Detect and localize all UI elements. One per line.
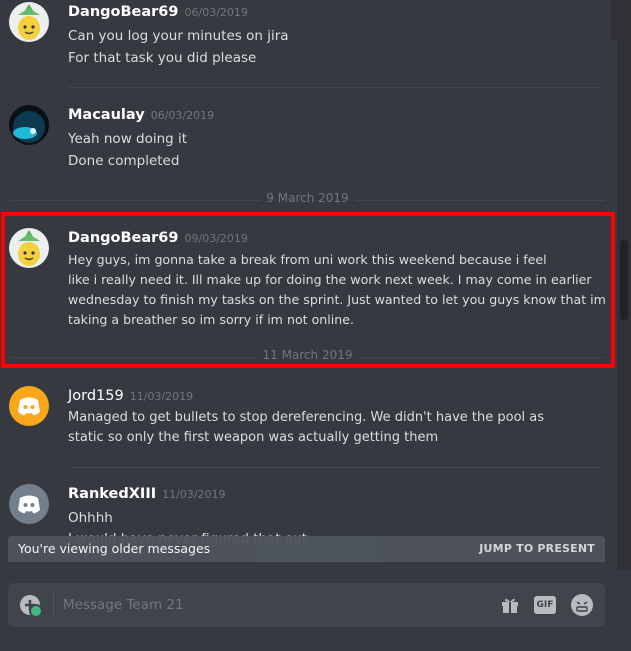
timestamp: 06/03/2019 xyxy=(184,6,248,19)
username-text[interactable]: RankedXIII xyxy=(68,486,156,502)
upload-badge-icon xyxy=(29,604,43,618)
message-line: Done completed xyxy=(68,153,180,169)
date-divider: 9 March 2019 xyxy=(10,191,605,205)
message-separator xyxy=(68,467,600,468)
pineapple-icon xyxy=(18,4,40,40)
message-line: Managed to get bullets to stop dereferen… xyxy=(68,410,545,425)
discord-icon xyxy=(18,397,40,416)
jump-to-present-button[interactable]: JUMP TO PRESENT xyxy=(479,542,595,555)
timestamp: 11/03/2019 xyxy=(129,390,194,403)
username[interactable]: RankedXIII 11/03/2019 xyxy=(68,486,226,502)
timestamp: 11/03/2019 xyxy=(162,488,226,501)
timestamp: 06/03/2019 xyxy=(150,109,215,122)
username[interactable]: Jord159 11/03/2019 xyxy=(68,388,193,404)
avatar[interactable] xyxy=(9,386,49,426)
gift-icon[interactable] xyxy=(501,596,519,614)
message-line: Can you log your minutes on jira xyxy=(68,28,289,44)
date-divider-label: 9 March 2019 xyxy=(260,191,355,205)
discord-icon xyxy=(18,495,40,514)
older-messages-bar: You're viewing older messages JUMP TO PR… xyxy=(8,536,605,562)
username-text[interactable]: DangoBear69 xyxy=(68,4,179,20)
message-line: static so only the first weapon was actu… xyxy=(68,430,439,445)
emoji-icon[interactable] xyxy=(571,594,593,616)
older-messages-text: You're viewing older messages xyxy=(18,541,211,556)
message-input[interactable]: Message Team 21 xyxy=(63,597,184,613)
message-separator xyxy=(68,87,600,88)
message-line: For that task you did please xyxy=(68,50,257,66)
gif-icon[interactable]: GIF xyxy=(534,596,556,614)
message-line: Ohhhh xyxy=(68,510,113,526)
username[interactable]: Macaulay 06/03/2019 xyxy=(68,107,214,123)
message-composer[interactable]: Message Team 21 GIF xyxy=(8,583,605,627)
avatar[interactable] xyxy=(9,105,49,145)
username-text[interactable]: Jord159 xyxy=(68,388,124,404)
username-text[interactable]: Macaulay xyxy=(68,107,145,123)
composer-divider xyxy=(53,591,54,619)
username[interactable]: DangoBear69 06/03/2019 xyxy=(68,4,248,20)
scrollbar[interactable] xyxy=(617,0,631,570)
scrollbar-thumb[interactable] xyxy=(620,240,628,320)
avatar[interactable] xyxy=(9,484,49,524)
landscape-icon xyxy=(13,111,45,143)
highlight-box xyxy=(1,212,615,368)
avatar[interactable] xyxy=(9,2,49,42)
message-line: Yeah now doing it xyxy=(68,131,188,147)
